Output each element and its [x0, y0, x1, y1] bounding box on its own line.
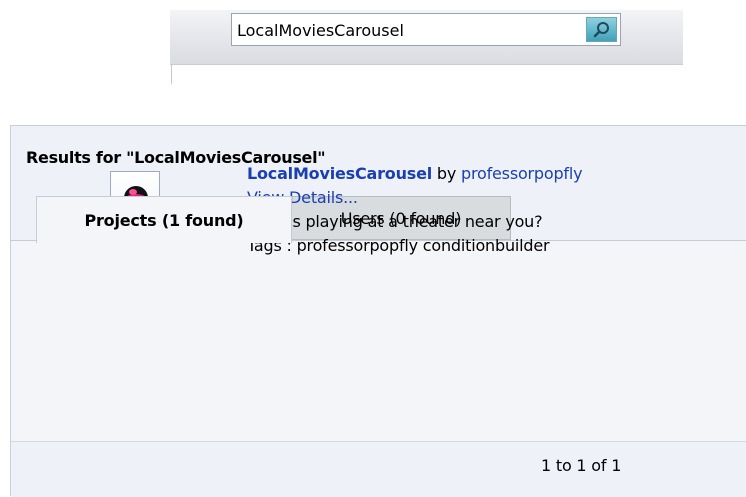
search-bar — [170, 10, 683, 65]
results-content — [11, 241, 746, 441]
tab-projects-label: Projects (1 found) — [84, 210, 244, 230]
project-description: What's playing at a theater near you? — [247, 212, 543, 231]
pager-text: 1 to 1 of 1 — [541, 456, 622, 475]
tab-projects[interactable]: Projects (1 found) — [36, 196, 292, 243]
search-icon — [593, 22, 609, 38]
project-tags: Tags : professorpopfly conditionbuilder — [247, 236, 550, 255]
search-box — [231, 13, 621, 46]
divider — [171, 64, 172, 84]
search-input[interactable] — [237, 18, 577, 42]
search-button[interactable] — [586, 17, 617, 42]
author-link[interactable]: professorpopfly — [461, 164, 583, 183]
project-info: LocalMoviesCarousel by professorpopfly V… — [247, 162, 583, 258]
by-text: by — [432, 164, 462, 183]
pager: 1 to 1 of 1 — [11, 441, 746, 497]
project-name-link[interactable]: LocalMoviesCarousel — [247, 164, 432, 183]
